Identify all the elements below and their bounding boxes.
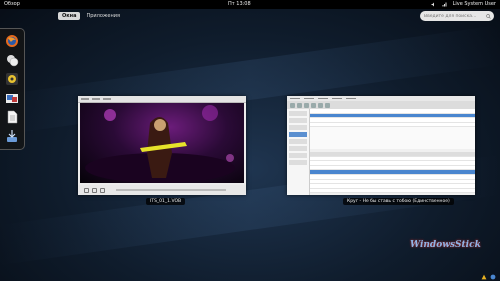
user-name: Live System User [452, 1, 496, 7]
activities-button[interactable]: Обзор [4, 1, 20, 7]
tab-windows[interactable]: Окна [58, 12, 81, 20]
window-caption-downloads: Круг - Не бы ставь с тобою (Единственное… [343, 198, 454, 205]
volume-icon[interactable] [431, 2, 436, 7]
installer-icon[interactable] [5, 128, 20, 143]
download-manager-window[interactable] [287, 96, 475, 195]
update-icon[interactable] [490, 274, 496, 280]
dash [0, 28, 25, 150]
tab-applications[interactable]: Приложения [82, 12, 124, 20]
overview-tabs: Окна Приложения [58, 12, 124, 20]
play-button[interactable] [92, 187, 97, 193]
firefox-icon[interactable] [5, 33, 20, 48]
search-icon [486, 13, 491, 19]
search-input[interactable] [424, 13, 484, 19]
next-button[interactable] [100, 187, 105, 193]
search-box[interactable] [420, 11, 494, 21]
network-icon[interactable] [442, 2, 447, 7]
previous-button[interactable] [84, 187, 89, 193]
message-tray [481, 274, 496, 280]
watermark-logo: WindowsStick [410, 240, 481, 250]
empathy-icon[interactable] [5, 52, 20, 67]
clock[interactable]: Пт 13:08 [228, 1, 251, 7]
top-panel: Обзор Пт 13:08 Live System User [0, 0, 500, 9]
download-list [310, 109, 475, 195]
document-icon[interactable] [5, 109, 20, 124]
concert-image [85, 105, 235, 183]
warning-icon[interactable] [481, 274, 487, 280]
video-frame [80, 103, 244, 183]
user-menu[interactable]: Live System User [431, 1, 496, 7]
video-player-window[interactable] [78, 96, 246, 195]
rhythmbox-icon[interactable] [5, 71, 20, 86]
sidebar [287, 109, 310, 195]
window-caption-video: ITS_01_1.VOB [146, 198, 186, 205]
shotwell-icon[interactable] [5, 90, 20, 105]
video-toolbar [78, 96, 246, 103]
seek-bar[interactable] [116, 189, 226, 191]
video-controls [78, 185, 246, 195]
